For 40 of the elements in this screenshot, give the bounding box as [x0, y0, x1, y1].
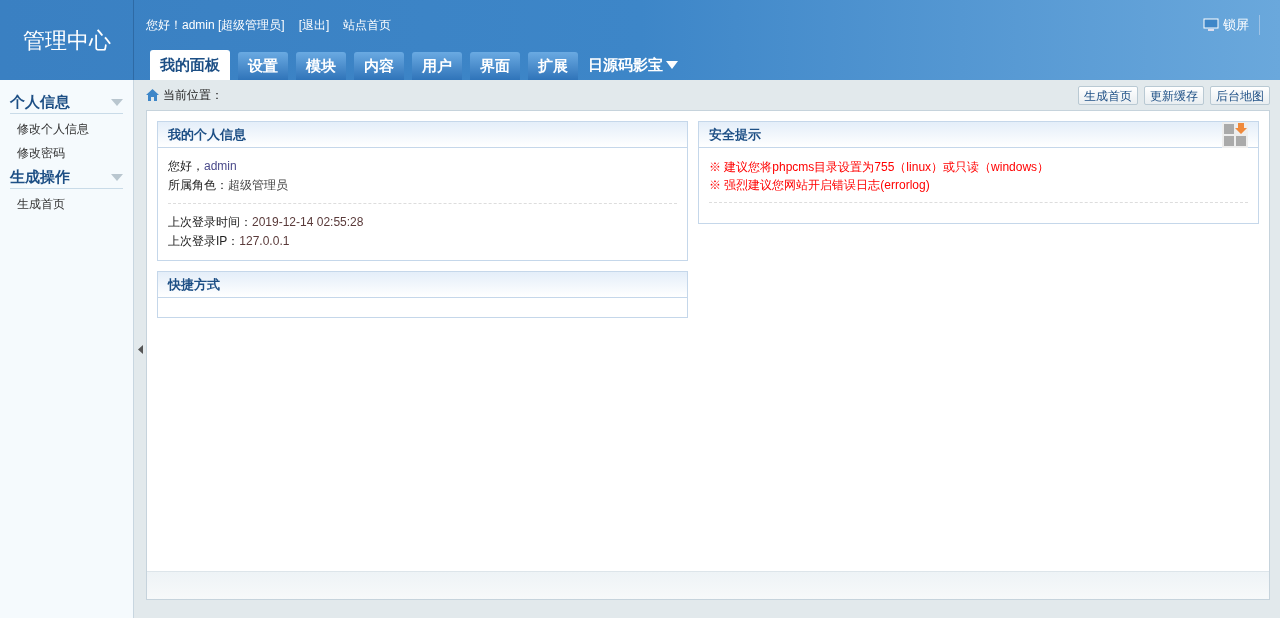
card-title: 快捷方式: [168, 275, 220, 294]
field-label: 上次登录IP：: [168, 233, 240, 250]
field-value: admin: [204, 158, 237, 175]
field-value: 2019-12-14 02:55:28: [252, 214, 364, 231]
nav-tab[interactable]: 用户: [412, 52, 462, 80]
field-value: 127.0.0.1: [239, 233, 290, 250]
sidebar-link[interactable]: 修改密码: [17, 144, 133, 163]
caret-icon: [666, 61, 678, 69]
field-label: 上次登录时间：: [168, 214, 252, 231]
monitor-icon: [1203, 18, 1219, 32]
logout-link[interactable]: [退出]: [298, 16, 330, 34]
toolbar-button[interactable]: 生成首页: [1078, 85, 1138, 105]
layout-toggle-icon[interactable]: [1222, 121, 1248, 148]
nav-tab[interactable]: 内容: [354, 52, 404, 80]
more-menu[interactable]: 日源码影宝: [588, 50, 678, 80]
sidebar-link[interactable]: 生成首页: [17, 195, 133, 214]
home-icon: [146, 89, 159, 101]
nav-tab[interactable]: 模块: [296, 52, 346, 80]
sidebar-link[interactable]: 修改个人信息: [17, 120, 133, 139]
logo-text: 管理中心: [22, 26, 111, 55]
site-home-link[interactable]: 站点首页: [343, 16, 392, 34]
nav-tab[interactable]: 我的面板: [150, 50, 230, 80]
sidebar-section-header[interactable]: 生成操作: [10, 167, 123, 189]
nav-tab[interactable]: 界面: [470, 52, 520, 80]
toolbar-button[interactable]: 更新缓存: [1144, 85, 1204, 105]
toolbar-button[interactable]: 后台地图: [1210, 85, 1270, 105]
collapse-arrow-icon[interactable]: [137, 344, 143, 354]
field-label: 所属角色：: [168, 177, 228, 194]
nav-tab[interactable]: 扩展: [528, 52, 578, 80]
greeting-text: 您好！admin [超级管理员]: [146, 17, 285, 34]
card-title: 我的个人信息: [168, 125, 246, 144]
nav-tab[interactable]: 设置: [238, 52, 288, 80]
warning-text: ※ 强烈建议您网站开启错误日志(errorlog): [709, 177, 931, 194]
warning-text: ※ 建议您将phpcms目录设置为755（linux）或只读（windows）: [709, 159, 1051, 176]
field-value: 超级管理员: [228, 177, 288, 194]
breadcrumb-text: 当前位置：: [163, 87, 223, 104]
lock-screen-link[interactable]: 锁屏: [1223, 15, 1249, 35]
field-label: 您好，: [168, 158, 204, 175]
sidebar-section-header[interactable]: 个人信息: [10, 92, 123, 114]
card-title: 安全提示: [709, 125, 761, 144]
